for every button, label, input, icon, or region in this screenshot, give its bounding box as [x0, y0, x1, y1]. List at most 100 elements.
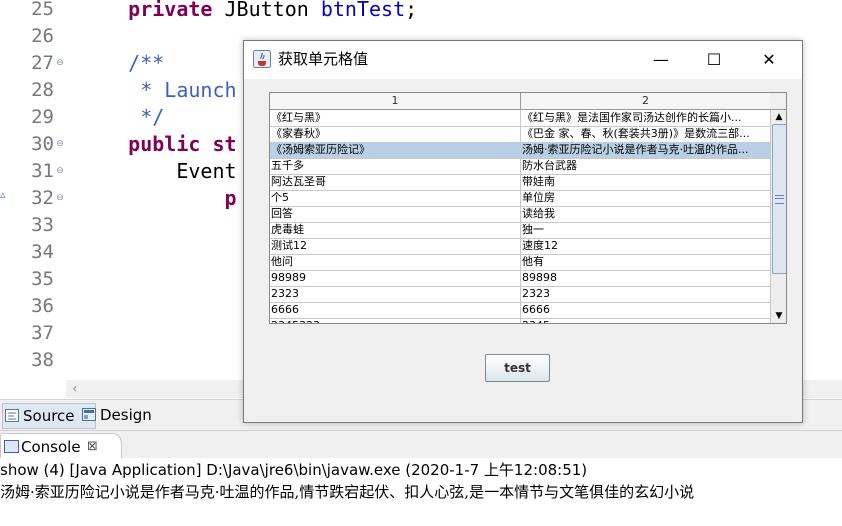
- table-cell[interactable]: 他有: [521, 254, 769, 270]
- table-row[interactable]: 他问 他有: [270, 254, 770, 271]
- fold-toggle-icon[interactable]: [54, 23, 66, 50]
- fold-toggle-icon[interactable]: ⊖: [54, 50, 66, 77]
- fold-toggle-icon[interactable]: ⊖: [54, 131, 66, 158]
- scroll-up-arrow-icon[interactable]: ▲: [771, 110, 786, 124]
- table-cell[interactable]: 单位房: [521, 190, 769, 206]
- table-cell[interactable]: 个5: [270, 190, 521, 206]
- fold-toggle-icon[interactable]: [54, 266, 66, 293]
- table-row[interactable]: 《红与黑》 《红与黑》是法国作家司汤达创作的长篇小...: [270, 110, 770, 127]
- line-number: 35: [31, 268, 54, 290]
- table-row[interactable]: 阿达瓦圣哥 带娃南: [270, 174, 770, 191]
- table-row[interactable]: 23453232345: [270, 318, 770, 323]
- fold-toggle-icon[interactable]: [54, 0, 66, 23]
- table-row[interactable]: 回答 读给我: [270, 206, 770, 223]
- table-row[interactable]: 6666 6666: [270, 302, 770, 319]
- maximize-button[interactable]: ☐: [691, 41, 737, 79]
- table-cell[interactable]: 读给我: [521, 206, 769, 222]
- table-row[interactable]: 2323 2323: [270, 286, 770, 303]
- table-cell[interactable]: 2345: [521, 318, 769, 323]
- table-cell[interactable]: 《家春秋》: [270, 126, 521, 142]
- line-number: 36: [31, 295, 54, 317]
- fold-toggle-icon[interactable]: [54, 212, 66, 239]
- close-button[interactable]: ✕: [746, 41, 792, 79]
- table-cell[interactable]: 《巴金 家、春、秋(套装共3册)》是数流三部...: [521, 126, 769, 142]
- table-row[interactable]: 个5 单位房: [270, 190, 770, 207]
- table-cell[interactable]: 五千多: [270, 158, 521, 174]
- table-cell[interactable]: 《汤姆索亚历险记》: [270, 142, 521, 158]
- code-line[interactable]: */: [80, 104, 164, 131]
- table-cell[interactable]: 6666: [270, 302, 521, 318]
- line-number: 38: [31, 349, 54, 371]
- table-cell[interactable]: 98989: [270, 270, 521, 286]
- code-line[interactable]: /**: [80, 50, 164, 77]
- table-cell[interactable]: 虎毒蛙: [270, 222, 521, 238]
- code-line[interactable]: private JButton btnTest;: [80, 0, 417, 23]
- table-vertical-scrollbar[interactable]: ▲ ▼: [770, 110, 786, 323]
- scroll-down-arrow-icon[interactable]: ▼: [771, 309, 786, 323]
- data-table[interactable]: 1 2 《红与黑》 《红与黑》是法国作家司汤达创作的长篇小... 《家春秋》 《巴金 …: [269, 92, 787, 324]
- table-cell[interactable]: 《红与黑》是法国作家司汤达创作的长篇小...: [521, 110, 769, 126]
- table-cell[interactable]: 回答: [270, 206, 521, 222]
- code-token: public: [128, 132, 201, 156]
- tab-design[interactable]: Design: [80, 403, 174, 427]
- test-button[interactable]: test: [485, 354, 550, 382]
- table-cell[interactable]: 他问: [270, 254, 521, 270]
- table-cell[interactable]: 2323: [521, 286, 769, 302]
- table-cell[interactable]: 测试12: [270, 238, 521, 254]
- table-row[interactable]: 98989 89898: [270, 270, 770, 287]
- fold-toggle-icon[interactable]: [54, 239, 66, 266]
- console-icon: [4, 440, 19, 453]
- code-line[interactable]: p: [80, 185, 237, 212]
- scroll-left-arrow-icon[interactable]: ‹: [72, 380, 78, 398]
- table-cell[interactable]: 速度12: [521, 238, 769, 254]
- table-cell[interactable]: 89898: [521, 270, 769, 286]
- tab-console[interactable]: Console ⊠: [0, 433, 122, 460]
- table-row[interactable]: 虎毒蛙 独一: [270, 222, 770, 239]
- table-cell[interactable]: 带娃南: [521, 174, 769, 190]
- line-number: 26: [31, 25, 54, 47]
- code-token: btnTest: [320, 0, 406, 21]
- table-cell[interactable]: 汤姆·索亚历险记小说是作者马克·吐温的作品...: [521, 142, 769, 158]
- line-number: 25: [31, 0, 54, 20]
- scrollbar-thumb[interactable]: [772, 124, 786, 274]
- table-cell[interactable]: 阿达瓦圣哥: [270, 174, 521, 190]
- fold-toggle-icon[interactable]: ⊖: [54, 158, 66, 185]
- console-view-bar: Console ⊠: [0, 430, 842, 460]
- fold-toggle-icon[interactable]: [54, 293, 66, 320]
- close-icon[interactable]: ⊠: [87, 436, 98, 458]
- line-number: 31: [31, 160, 54, 182]
- minimize-button[interactable]: —: [638, 41, 684, 79]
- fold-toggle-icon[interactable]: [54, 347, 66, 374]
- code-line[interactable]: Event: [80, 158, 236, 185]
- table-cell[interactable]: 独一: [521, 222, 769, 238]
- fold-toggle-icon[interactable]: ⊖: [54, 185, 66, 212]
- design-icon: [82, 408, 96, 421]
- code-line[interactable]: public st: [80, 131, 236, 158]
- code-token: ;: [405, 0, 418, 21]
- column-header-2[interactable]: 2: [521, 93, 770, 109]
- table-body: 《红与黑》 《红与黑》是法国作家司汤达创作的长篇小... 《家春秋》 《巴金 家、春、…: [270, 110, 770, 323]
- table-row[interactable]: 测试12 速度12: [270, 238, 770, 255]
- table-row[interactable]: 五千多 防水台武器: [270, 158, 770, 175]
- table-row[interactable]: 《家春秋》 《巴金 家、春、秋(套装共3册)》是数流三部...: [270, 126, 770, 143]
- table-row-selected[interactable]: 《汤姆索亚历险记》 汤姆·索亚历险记小说是作者马克·吐温的作品...: [270, 142, 770, 159]
- column-header-1[interactable]: 1: [270, 93, 521, 109]
- get-cell-value-dialog: 获取单元格值 — ☐ ✕ 1 2 《红与黑》 《红与黑》是法国作家司汤达创作的长篇…: [243, 40, 803, 423]
- table-cell[interactable]: 6666: [521, 302, 769, 318]
- table-cell[interactable]: 2323: [270, 286, 521, 302]
- fold-toggle-icon[interactable]: [54, 104, 66, 131]
- dialog-titlebar[interactable]: 获取单元格值 — ☐ ✕: [244, 41, 802, 79]
- table-cell[interactable]: 防水台武器: [521, 158, 769, 174]
- console-output[interactable]: show (4) [Java Application] D:\Java\jre6…: [0, 458, 842, 526]
- console-process-line: show (4) [Java Application] D:\Java\jre6…: [0, 461, 588, 479]
- tab-source-label: Source: [23, 407, 75, 425]
- fold-toggle-icon[interactable]: [54, 77, 66, 104]
- close-icon: ✕: [762, 50, 776, 69]
- fold-toggle-icon[interactable]: [54, 320, 66, 347]
- table-cell[interactable]: 2345323: [270, 318, 521, 323]
- code-line[interactable]: * Launch: [80, 77, 236, 104]
- table-cell[interactable]: 《红与黑》: [270, 110, 521, 126]
